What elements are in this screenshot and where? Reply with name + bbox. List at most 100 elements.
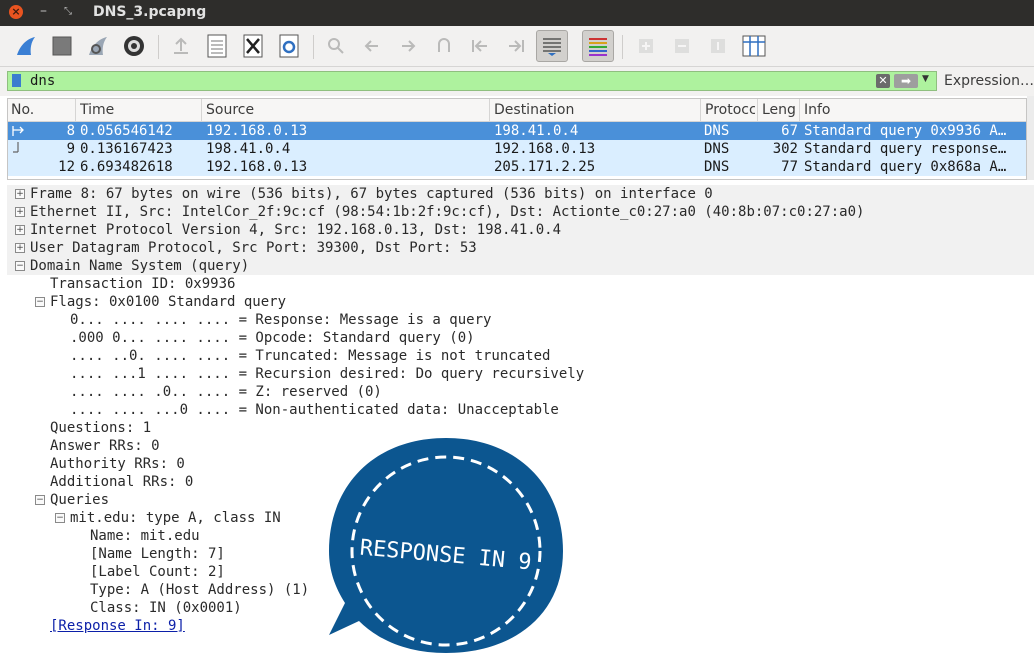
save-file-icon[interactable] — [204, 33, 230, 59]
query-field[interactable]: Name: mit.edu — [90, 527, 200, 545]
start-capture-icon[interactable] — [13, 33, 39, 59]
collapse-icon[interactable]: − — [15, 261, 25, 271]
packet-destination: 198.41.0.4 — [494, 123, 579, 139]
go-back-icon[interactable] — [359, 33, 385, 59]
packet-row[interactable]: 8 0.056546142 192.168.0.13 198.41.0.4 DN… — [8, 122, 1026, 140]
tree-item-transaction-id[interactable]: Transaction ID: 0x9936 — [50, 275, 235, 293]
tree-item-additional-rrs[interactable]: Additional RRs: 0 — [50, 473, 193, 491]
response-sticker: RESPONSE IN 9 — [329, 438, 563, 653]
packet-no: 8 — [66, 123, 75, 139]
display-filter-input[interactable]: dns ✕ ➡ ▼ — [7, 71, 937, 91]
stop-capture-icon[interactable] — [49, 33, 75, 59]
colorize-icon[interactable] — [582, 30, 614, 62]
packet-source: 192.168.0.13 — [206, 159, 308, 175]
packet-row[interactable]: 12 6.693482618 192.168.0.13 205.171.2.25… — [8, 158, 1026, 176]
tree-item-questions[interactable]: Questions: 1 — [50, 419, 151, 437]
tree-item-queries[interactable]: − Queries — [7, 491, 307, 509]
query-field[interactable]: [Name Length: 7] — [90, 545, 225, 563]
column-header-time[interactable]: Time — [80, 102, 198, 118]
column-header-protocol[interactable]: Protocc — [705, 102, 755, 118]
filter-bookmark-icon[interactable] — [12, 74, 21, 87]
apply-filter-icon[interactable]: ➡ — [894, 74, 918, 88]
flag-line[interactable]: .... ..0. .... .... = Truncated: Message… — [70, 347, 550, 365]
display-filter-value[interactable]: dns — [30, 73, 55, 89]
packet-list-scrollbar[interactable] — [1027, 96, 1034, 180]
flag-line[interactable]: .... .... ...0 .... = Non-authenticated … — [70, 401, 559, 419]
packet-destination: 192.168.0.13 — [494, 141, 596, 157]
packet-length: 77 — [781, 159, 798, 175]
window-title: DNS_3.pcapng — [93, 4, 207, 20]
packet-info: Standard query 0x9936 A… — [804, 123, 1007, 139]
reload-file-icon[interactable] — [276, 33, 302, 59]
go-forward-icon[interactable] — [395, 33, 421, 59]
tree-item-query[interactable]: − mit.edu: type A, class IN — [7, 509, 327, 527]
packet-length: 67 — [781, 123, 798, 139]
go-to-packet-icon[interactable] — [431, 33, 457, 59]
tree-item-frame[interactable]: + Frame 8: 67 bytes on wire (536 bits), … — [7, 185, 1034, 203]
packet-length: 302 — [772, 141, 798, 157]
query-field[interactable]: [Label Count: 2] — [90, 563, 225, 581]
column-header-no[interactable]: No. — [11, 102, 71, 118]
expand-icon[interactable]: + — [15, 207, 25, 217]
column-header-length[interactable]: Leng — [762, 102, 800, 118]
packet-no: 12 — [58, 159, 75, 175]
packet-source: 192.168.0.13 — [206, 123, 308, 139]
flag-line[interactable]: .000 0... .... .... = Opcode: Standard q… — [70, 329, 475, 347]
zoom-out-icon[interactable] — [669, 33, 695, 59]
expand-icon[interactable]: + — [15, 225, 25, 235]
tree-item-authority-rrs[interactable]: Authority RRs: 0 — [50, 455, 185, 473]
flag-line[interactable]: 0... .... .... .... = Response: Message … — [70, 311, 491, 329]
resize-columns-icon[interactable] — [741, 33, 767, 59]
packet-protocol: DNS — [704, 123, 730, 139]
packet-info: Standard query response… — [804, 141, 1007, 157]
go-first-icon[interactable] — [467, 33, 493, 59]
query-field[interactable]: Type: A (Host Address) (1) — [90, 581, 309, 599]
expression-button[interactable]: Expression… — [944, 73, 1034, 89]
close-file-icon[interactable] — [240, 33, 266, 59]
title-bar: × – ⤡ DNS_3.pcapng — [0, 0, 1034, 26]
zoom-in-icon[interactable] — [633, 33, 659, 59]
restart-capture-icon[interactable] — [85, 33, 111, 59]
packet-time: 6.693482618 — [80, 159, 173, 175]
tree-item-ip[interactable]: + Internet Protocol Version 4, Src: 192.… — [7, 221, 1034, 239]
packet-list-header: No. Time Source Destination Protocc Leng… — [8, 99, 1026, 122]
window-maximize-button[interactable]: ⤡ — [64, 5, 78, 19]
packet-time: 0.136167423 — [80, 141, 173, 157]
expand-icon[interactable]: + — [15, 243, 25, 253]
tree-item-dns[interactable]: − Domain Name System (query) — [7, 257, 1034, 275]
autoscroll-icon[interactable] — [536, 30, 568, 62]
capture-options-icon[interactable] — [121, 33, 147, 59]
tree-item-ethernet[interactable]: + Ethernet II, Src: IntelCor_2f:9c:cf (9… — [7, 203, 1034, 221]
expand-icon[interactable]: + — [15, 189, 25, 199]
packet-info: Standard query 0x868a A… — [804, 159, 1007, 175]
window-minimize-button[interactable]: – — [40, 4, 54, 19]
packet-no: 9 — [66, 141, 75, 157]
tree-item-flags[interactable]: − Flags: 0x0100 Standard query — [7, 293, 407, 311]
clear-filter-icon[interactable]: ✕ — [876, 74, 890, 88]
filter-dropdown-icon[interactable]: ▼ — [922, 74, 929, 84]
packet-protocol: DNS — [704, 159, 730, 175]
packet-time: 0.056546142 — [80, 123, 173, 139]
collapse-icon[interactable]: − — [55, 513, 65, 523]
normal-size-icon[interactable] — [705, 33, 731, 59]
packet-protocol: DNS — [704, 141, 730, 157]
tree-item-answer-rrs[interactable]: Answer RRs: 0 — [50, 437, 160, 455]
main-toolbar — [0, 26, 1034, 67]
go-last-icon[interactable] — [503, 33, 529, 59]
column-header-source[interactable]: Source — [206, 102, 486, 118]
tree-item-udp[interactable]: + User Datagram Protocol, Src Port: 3930… — [7, 239, 1034, 257]
flag-line[interactable]: .... ...1 .... .... = Recursion desired:… — [70, 365, 584, 383]
open-file-icon[interactable] — [168, 33, 194, 59]
packet-destination: 205.171.2.25 — [494, 159, 596, 175]
find-packet-icon[interactable] — [323, 33, 349, 59]
query-field[interactable]: Class: IN (0x0001) — [90, 599, 242, 617]
collapse-icon[interactable]: − — [35, 297, 45, 307]
column-header-info[interactable]: Info — [804, 102, 1004, 118]
response-in-link[interactable]: [Response In: 9] — [50, 617, 185, 635]
flag-line[interactable]: .... .... .0.. .... = Z: reserved (0) — [70, 383, 382, 401]
packet-list: No. Time Source Destination Protocc Leng… — [7, 98, 1027, 180]
column-header-destination[interactable]: Destination — [494, 102, 694, 118]
window-close-button[interactable]: × — [9, 5, 23, 19]
packet-row[interactable]: 9 0.136167423 198.41.0.4 192.168.0.13 DN… — [8, 140, 1026, 158]
collapse-icon[interactable]: − — [35, 495, 45, 505]
